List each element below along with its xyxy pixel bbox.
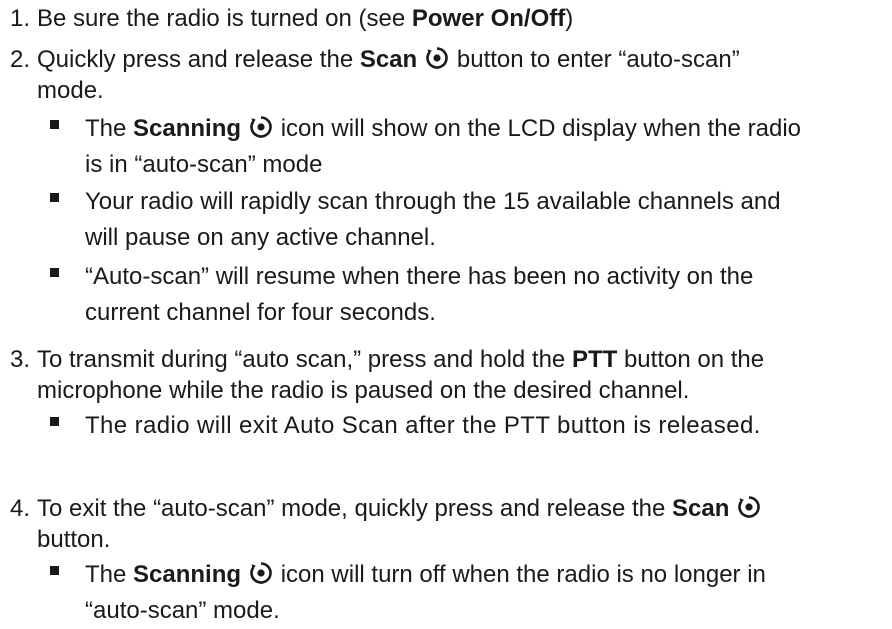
bold-term: PTT [571,346,618,373]
bullet-text: The radio will exit Auto Scan after the … [85,412,761,439]
step-text: To transmit during “auto scan,” press an… [37,346,572,373]
step-2: 2. Quickly press and release the Scan bu… [10,44,890,106]
scan-icon [249,115,273,139]
step-text: button to enter “auto-scan” [450,46,740,73]
bold-term: Power On/Off [411,5,566,32]
bullet-text: icon will turn off when the radio is no … [274,561,766,588]
bullet-item: The Scanning icon will show on the LCD d… [50,111,890,183]
bold-term: Scan [359,46,418,73]
step-text: button on the [617,346,765,373]
step-text: microphone while the radio is paused on … [37,377,690,404]
step-number: 2. [10,46,31,73]
bullet-square [50,417,59,426]
bullet-text: current channel for four seconds. [85,299,436,326]
step-text: Quickly press and release the [37,46,360,73]
bullet-square [50,193,59,202]
scan-icon [425,46,449,70]
bullet-item: Your radio will rapidly scan through the… [50,184,890,256]
bullet-text: The [85,561,134,588]
step-text: To exit the “auto-scan” mode, quickly pr… [37,495,672,522]
step-text: mode. [37,77,104,104]
step-4: 4. To exit the “auto-scan” mode, quickly… [10,493,890,555]
step-1: 1. Be sure the radio is turned on (see P… [10,3,890,34]
bullet-text: Your radio will rapidly scan through the… [85,188,781,215]
step-text: ) [565,5,574,32]
step-text: Be sure the radio is turned on (see [37,5,412,32]
bullet-item: The Scanning icon will turn off when the… [50,557,890,629]
bullet-item: “Auto-scan” will resume when there has b… [50,259,890,331]
bold-term: Scanning [133,115,242,142]
step-number: 4. [10,495,31,522]
bold-term: Scanning [133,561,242,588]
bullet-text: is in “auto-scan” mode [85,151,323,178]
bullet-square [50,268,59,277]
bold-term: Scan [672,495,730,522]
bullet-text: icon will show on the LCD display when t… [274,115,801,142]
bullet-item: The radio will exit Auto Scan after the … [50,408,890,444]
bullet-text: will pause on any active channel. [85,224,436,251]
step-text: button. [37,526,111,553]
instruction-page: 1. Be sure the radio is turned on (see P… [0,0,892,624]
bullet-square [50,120,59,129]
bullet-text: “auto-scan” mode. [85,597,280,624]
step-number: 3. [10,346,31,373]
scan-icon [249,561,273,585]
scan-icon [737,495,761,519]
bullet-text: The [85,115,134,142]
step-3: 3. To transmit during “auto scan,” press… [10,344,890,406]
bullet-square [50,566,59,575]
bullet-text: “Auto-scan” will resume when there has b… [85,263,754,290]
step-number: 1. [10,5,31,32]
